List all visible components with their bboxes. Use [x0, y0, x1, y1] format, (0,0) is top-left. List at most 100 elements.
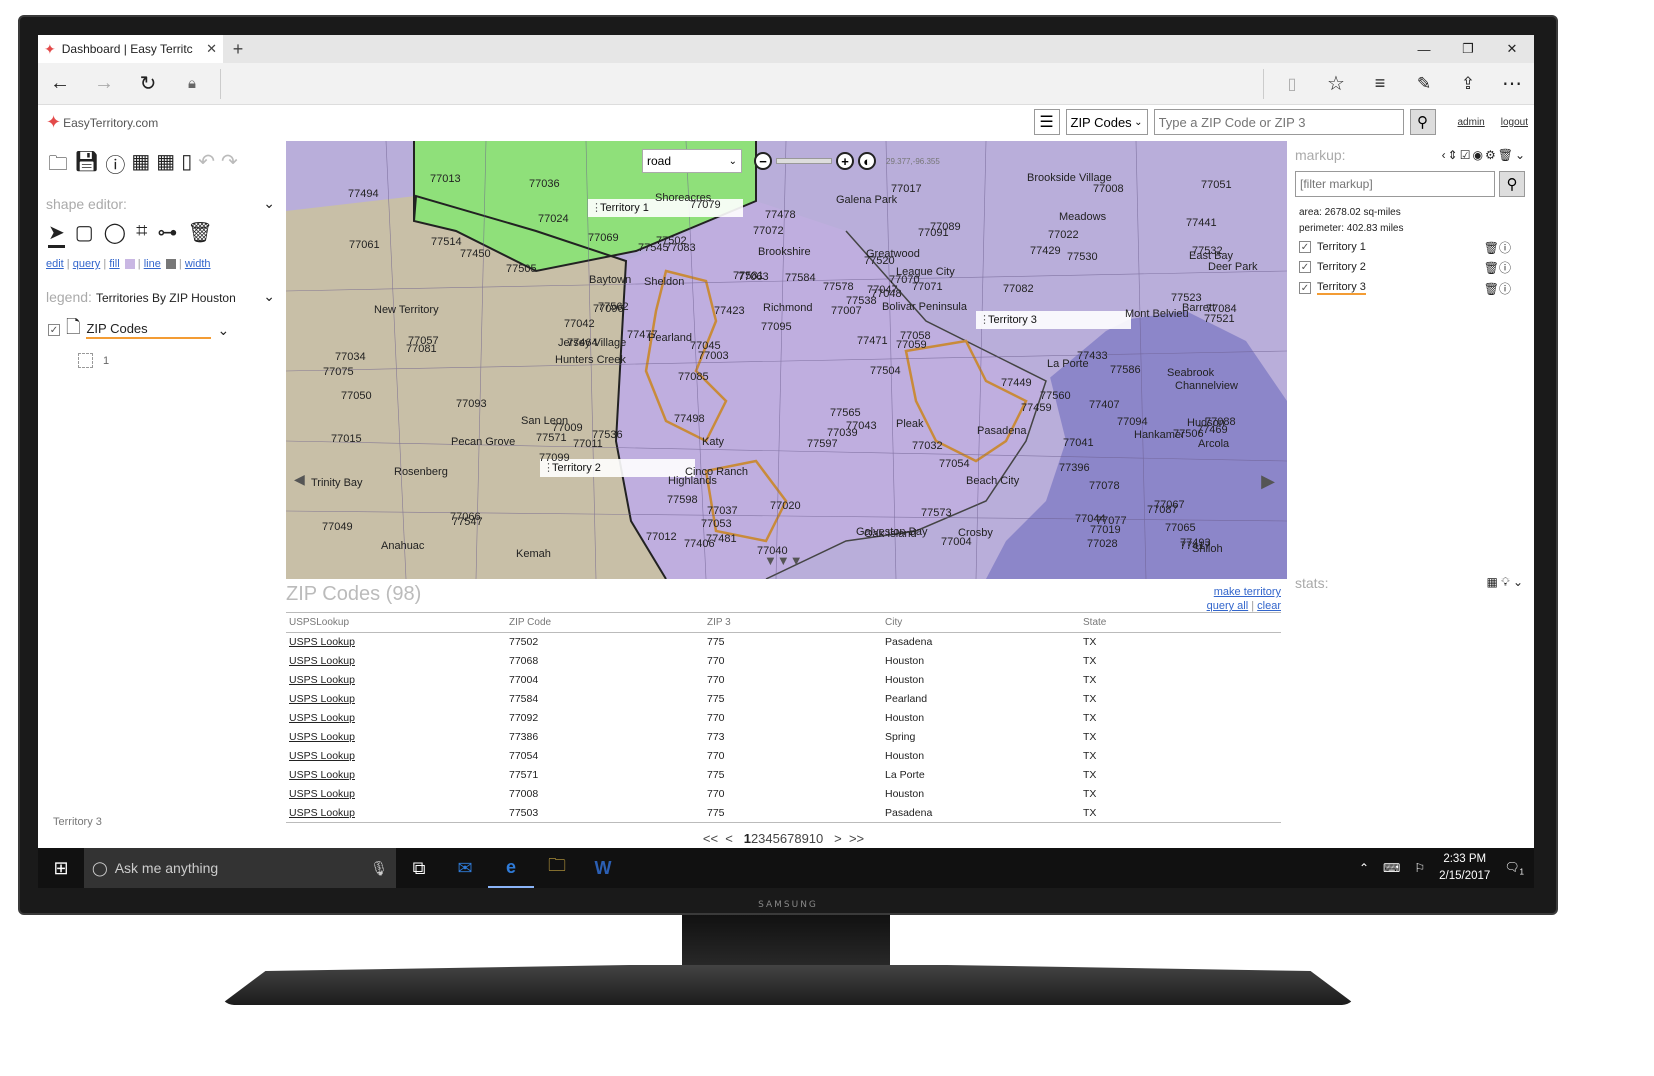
query-link[interactable]: query [73, 258, 101, 270]
pager-current[interactable]: 1 [744, 831, 751, 846]
logout-link[interactable]: logout [1501, 117, 1528, 128]
word-icon[interactable]: W [580, 848, 626, 888]
keyboard-icon[interactable]: ⌨ [1383, 861, 1400, 875]
column-header[interactable]: ZIP 3 [704, 612, 882, 633]
windows-start-icon[interactable]: ⊞ [38, 858, 84, 879]
pager-prev[interactable]: < [725, 831, 733, 846]
info-icon[interactable]: ⓘ [105, 149, 125, 183]
line-tool-icon[interactable]: ⊶ [157, 220, 177, 248]
new-tab-button[interactable]: + [223, 35, 253, 63]
chevron-down-icon[interactable]: ⌄ [263, 288, 275, 305]
pager-last[interactable]: >> [849, 831, 864, 846]
zoom-out-icon[interactable]: − [754, 152, 772, 170]
table-row[interactable]: USPS Lookup 77584 775 Pearland TX [286, 690, 1281, 709]
settings-gear-icon[interactable]: ⚙ [1485, 148, 1498, 162]
fill-swatch[interactable] [124, 259, 135, 270]
table-icon[interactable]: ▦ [1487, 575, 1498, 589]
usps-lookup-link[interactable]: USPS Lookup [289, 636, 355, 648]
table-row[interactable]: USPS Lookup 77571 775 La Porte TX [286, 766, 1281, 785]
trash-icon[interactable]: 🗑︎ [1484, 261, 1499, 275]
mobile-icon[interactable]: ▯ [181, 149, 192, 183]
map-territory-label[interactable]: Territory 3 [976, 311, 1131, 329]
edge-browser-icon[interactable]: e [488, 848, 534, 888]
clear-link[interactable]: clear [1257, 600, 1281, 612]
table-row[interactable]: USPS Lookup 77008 770 Houston TX [286, 785, 1281, 804]
usps-lookup-link[interactable]: USPS Lookup [289, 674, 355, 686]
visibility-eye-icon[interactable]: ◉ [1472, 148, 1484, 162]
chevron-down-icon[interactable]: ⌄ [263, 195, 275, 212]
zip-search-input[interactable] [1153, 109, 1404, 135]
add-table-icon[interactable]: ▦ [131, 149, 150, 183]
show-hidden-icons-icon[interactable]: ⌃ [1359, 861, 1369, 875]
share-icon[interactable]: ⇪ [1446, 63, 1490, 105]
rectangle-icon[interactable]: ▢ [75, 220, 94, 248]
table-row[interactable]: USPS Lookup 77054 770 Houston TX [286, 747, 1281, 766]
search-icon[interactable]: ⚲ [1499, 171, 1525, 197]
table-row[interactable]: USPS Lookup 77068 770 Houston TX [286, 652, 1281, 671]
markup-item[interactable]: ✓ Territory 1 🗑︎ⓘ [1291, 237, 1531, 257]
table-row[interactable]: USPS Lookup 77503 775 Pasadena TX [286, 804, 1281, 823]
pan-left-icon[interactable]: ◀ [294, 471, 305, 488]
tab-close-icon[interactable]: ✕ [206, 41, 217, 57]
admin-link[interactable]: admin [1458, 117, 1485, 128]
map-canvas[interactable] [286, 141, 1287, 579]
usps-lookup-link[interactable]: USPS Lookup [289, 750, 355, 762]
map-style-select[interactable]: road ⌄ [642, 149, 742, 173]
usps-lookup-link[interactable]: USPS Lookup [289, 655, 355, 667]
polygon-icon[interactable]: ⌗ [136, 220, 147, 248]
chevron-down-icon[interactable]: ⌄ [1515, 148, 1527, 162]
width-link[interactable]: width [185, 258, 211, 270]
task-view-icon[interactable]: ⧉ [396, 848, 442, 888]
info-icon[interactable]: ⓘ [1499, 282, 1511, 296]
markup-checkbox[interactable]: ✓ [1299, 241, 1311, 253]
trash-icon[interactable]: 🗑︎ [1484, 282, 1499, 296]
layer-row[interactable]: ✓ 🗋 ZIP Codes ⌄ [38, 309, 283, 351]
trash-icon[interactable]: 🗑︎ [1498, 148, 1515, 162]
contrast-icon[interactable]: ◐ [858, 152, 876, 170]
query-all-link[interactable]: query all [1207, 600, 1249, 612]
chevron-down-icon[interactable]: ⌄ [217, 322, 229, 339]
network-icon[interactable]: ⚐ [1414, 861, 1425, 875]
legend-header[interactable]: legend: Territories By ZIP Houston ⌄ [38, 284, 283, 309]
pager-first[interactable]: << [703, 831, 718, 846]
edit-link[interactable]: edit [46, 258, 64, 270]
markup-item[interactable]: ✓ Territory 3 🗑︎ⓘ [1291, 277, 1531, 299]
usps-lookup-link[interactable]: USPS Lookup [289, 807, 355, 819]
line-link[interactable]: line [144, 258, 161, 270]
refresh-icon[interactable]: ↻ [126, 63, 170, 105]
logo[interactable]: ✦ EasyTerritory.com [46, 112, 158, 133]
lightbulb-icon[interactable]: 💡︎ [1501, 575, 1509, 589]
web-note-icon[interactable]: ✎ [1402, 63, 1446, 105]
favorite-star-icon[interactable]: ☆ [1314, 63, 1358, 105]
column-header[interactable]: State [1080, 612, 1281, 633]
column-header[interactable]: City [882, 612, 1080, 633]
hub-icon[interactable]: ≡ [1358, 63, 1402, 105]
pan-right-icon[interactable]: ▶ [1261, 471, 1275, 492]
check-all-icon[interactable]: ☑ [1460, 148, 1473, 162]
table-row[interactable]: USPS Lookup 77004 770 Houston TX [286, 671, 1281, 690]
open-folder-icon[interactable]: 🗀 [48, 149, 68, 183]
markup-item-label[interactable]: Territory 1 [1317, 241, 1366, 253]
make-territory-link[interactable]: make territory [1214, 586, 1281, 598]
markup-item[interactable]: ✓ Territory 2 🗑︎ⓘ [1291, 257, 1531, 277]
layer-checkbox[interactable]: ✓ [48, 324, 60, 336]
search-icon[interactable]: ⚲ [1409, 109, 1436, 135]
back-arrow-icon[interactable]: ← [38, 63, 82, 105]
forward-arrow-icon[interactable]: → [82, 63, 126, 105]
clock[interactable]: 2:33 PM 2/15/2017 [1439, 851, 1490, 885]
column-header[interactable]: USPSLookup [286, 612, 506, 633]
usps-lookup-link[interactable]: USPS Lookup [289, 769, 355, 781]
circle-icon[interactable]: ◯ [104, 220, 126, 248]
filter-markup-input[interactable] [1295, 171, 1495, 197]
trash-icon[interactable]: 🗑︎ [187, 220, 212, 248]
table-row[interactable]: USPS Lookup 77502 775 Pasadena TX [286, 633, 1281, 652]
info-icon[interactable]: ⓘ [1499, 261, 1511, 275]
restore-button[interactable]: ❐ [1446, 35, 1490, 63]
save-icon[interactable]: 💾︎ [74, 149, 99, 183]
undo-icon[interactable]: ↶ [198, 149, 215, 183]
redo-icon[interactable]: ↷ [221, 149, 238, 183]
info-icon[interactable]: ⓘ [1499, 241, 1511, 255]
map[interactable]: road ⌄ − + ◐ 29.377,-96.355 Territory 1 … [286, 141, 1287, 579]
close-window-button[interactable]: ✕ [1490, 35, 1534, 63]
address-bar[interactable] [220, 68, 1264, 99]
